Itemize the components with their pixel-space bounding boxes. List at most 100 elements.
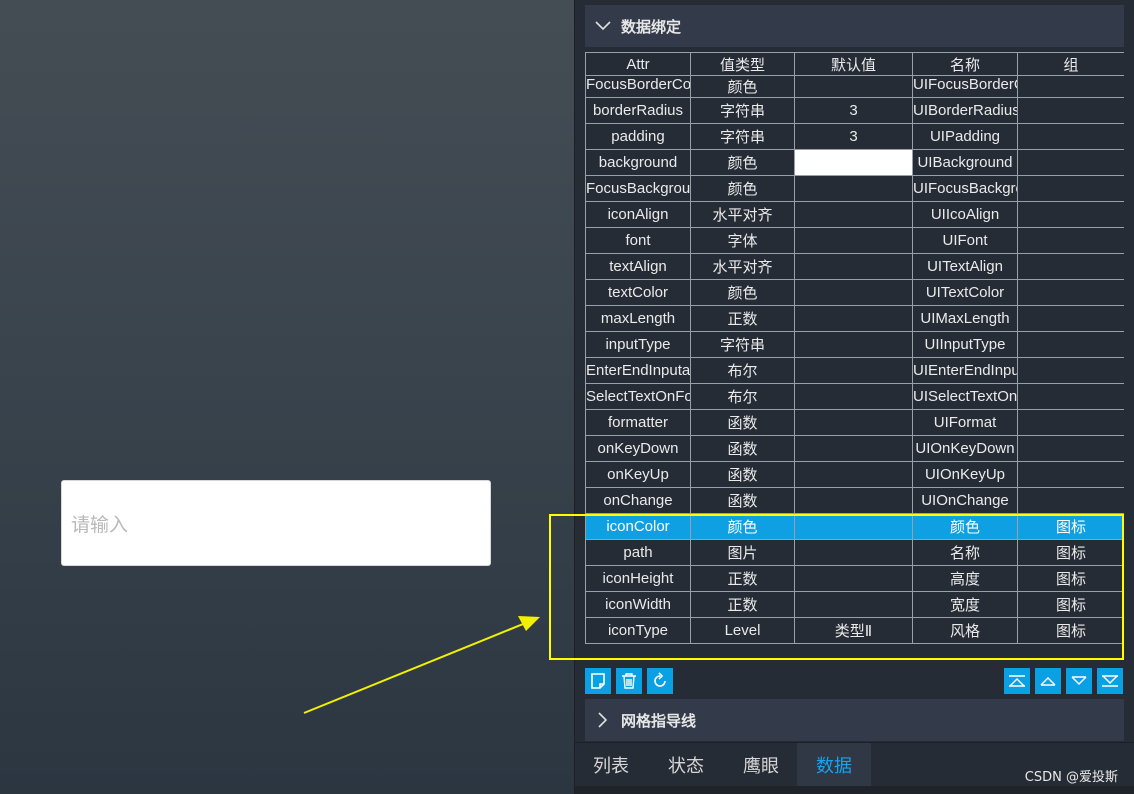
cell-attr[interactable]: textColor xyxy=(585,279,691,306)
cell-attr[interactable]: iconWidth xyxy=(585,591,691,618)
cell-name[interactable]: UIInputType xyxy=(912,331,1018,358)
table-row[interactable]: EnterEndInputable布尔 UIEnterEndInputable xyxy=(585,357,1124,384)
delete-row-button[interactable] xyxy=(616,668,642,694)
cell-attr[interactable]: EnterEndInputable xyxy=(585,357,691,384)
cell-group[interactable] xyxy=(1017,279,1124,306)
cell-name[interactable]: UIMaxLength xyxy=(912,305,1018,332)
cell-value-type[interactable]: 颜色 xyxy=(690,513,795,540)
cell-default-value[interactable] xyxy=(794,461,913,488)
cell-attr[interactable]: background xyxy=(585,149,691,176)
cell-group[interactable] xyxy=(1017,253,1124,280)
cell-group[interactable]: 图标 xyxy=(1017,617,1124,644)
table-row[interactable]: textColor 颜色 UITextColor xyxy=(585,279,1124,306)
cell-group[interactable] xyxy=(1017,75,1124,98)
cell-name[interactable]: UIFocusBackground xyxy=(912,175,1018,202)
cell-default-value[interactable]: 3 xyxy=(794,97,913,124)
cell-value-type[interactable]: 布尔 xyxy=(690,357,795,384)
tab-list[interactable]: 列表 xyxy=(575,743,647,787)
cell-name[interactable]: 高度 xyxy=(912,565,1018,592)
move-down-button[interactable] xyxy=(1066,668,1092,694)
preview-text-input[interactable]: 请输入 xyxy=(61,480,491,566)
table-row[interactable]: padding 字符串 3 UIPadding xyxy=(585,123,1124,150)
cell-value-type[interactable]: 颜色 xyxy=(690,175,795,202)
cell-default-value[interactable] xyxy=(794,487,913,514)
cell-default-value[interactable] xyxy=(794,539,913,566)
column-header-group[interactable]: 组 xyxy=(1017,52,1124,76)
cell-default-value[interactable] xyxy=(794,409,913,436)
cell-attr[interactable]: SelectTextOnFocus xyxy=(585,383,691,410)
table-row[interactable]: FocusBorderColor颜色 UIFocusBorderColor xyxy=(585,75,1124,98)
cell-value-type[interactable]: 函数 xyxy=(690,487,795,514)
column-header-value-type[interactable]: 值类型 xyxy=(690,52,795,76)
cell-default-value[interactable] xyxy=(794,565,913,592)
table-row[interactable]: textAlign 水平对齐 UITextAlign xyxy=(585,253,1124,280)
cell-group[interactable] xyxy=(1017,149,1124,176)
table-row[interactable]: onChange 函数 UIOnChange xyxy=(585,487,1124,514)
table-row[interactable]: onKeyDown 函数 UIOnKeyDown xyxy=(585,435,1124,462)
cell-group[interactable] xyxy=(1017,487,1124,514)
cell-attr[interactable]: textAlign xyxy=(585,253,691,280)
tab-status[interactable]: 状态 xyxy=(647,743,725,787)
cell-group[interactable] xyxy=(1017,175,1124,202)
cell-name[interactable]: 名称 xyxy=(912,539,1018,566)
cell-name[interactable]: 颜色 xyxy=(912,513,1018,540)
cell-name[interactable]: UIBackground xyxy=(912,149,1018,176)
cell-group[interactable] xyxy=(1017,435,1124,462)
chevron-right-icon[interactable] xyxy=(585,712,621,728)
cell-default-value[interactable] xyxy=(794,383,913,410)
cell-attr[interactable]: iconAlign xyxy=(585,201,691,228)
cell-name[interactable]: UIFont xyxy=(912,227,1018,254)
cell-default-value[interactable] xyxy=(794,149,913,176)
cell-value-type[interactable]: 函数 xyxy=(690,461,795,488)
refresh-button[interactable] xyxy=(647,668,673,694)
cell-value-type[interactable]: 图片 xyxy=(690,539,795,566)
cell-value-type[interactable]: 字体 xyxy=(690,227,795,254)
move-top-button[interactable] xyxy=(1004,668,1030,694)
cell-value-type[interactable]: Level xyxy=(690,617,795,644)
table-row[interactable]: formatter 函数 UIFormat xyxy=(585,409,1124,436)
cell-value-type[interactable]: 函数 xyxy=(690,409,795,436)
column-header-default-value[interactable]: 默认值 xyxy=(794,52,913,76)
table-row[interactable]: onKeyUp 函数 UIOnKeyUp xyxy=(585,461,1124,488)
cell-group[interactable] xyxy=(1017,227,1124,254)
cell-attr[interactable]: inputType xyxy=(585,331,691,358)
cell-attr[interactable]: iconType xyxy=(585,617,691,644)
cell-name[interactable]: UITextColor xyxy=(912,279,1018,306)
cell-default-value[interactable] xyxy=(794,513,913,540)
move-bottom-button[interactable] xyxy=(1097,668,1123,694)
column-header-name[interactable]: 名称 xyxy=(912,52,1018,76)
cell-attr[interactable]: formatter xyxy=(585,409,691,436)
cell-name[interactable]: UIOnChange xyxy=(912,487,1018,514)
design-canvas[interactable]: 请输入 xyxy=(0,0,574,794)
table-row[interactable]: iconType Level 类型Ⅱ 风格 图标 xyxy=(585,617,1124,644)
cell-name[interactable]: UIFocusBorderColor xyxy=(912,75,1018,98)
cell-value-type[interactable]: 水平对齐 xyxy=(690,253,795,280)
cell-group[interactable]: 图标 xyxy=(1017,513,1124,540)
cell-group[interactable] xyxy=(1017,97,1124,124)
cell-attr[interactable]: FocusBackground xyxy=(585,175,691,202)
cell-group[interactable] xyxy=(1017,123,1124,150)
tab-data[interactable]: 数据 xyxy=(797,743,871,787)
cell-attr[interactable]: iconHeight xyxy=(585,565,691,592)
data-binding-section-header[interactable]: 数据绑定 xyxy=(585,5,1124,47)
cell-name[interactable]: UIOnKeyDown xyxy=(912,435,1018,462)
cell-value-type[interactable]: 颜色 xyxy=(690,149,795,176)
cell-value-type[interactable]: 字符串 xyxy=(690,123,795,150)
cell-attr[interactable]: onChange xyxy=(585,487,691,514)
cell-name[interactable]: 宽度 xyxy=(912,591,1018,618)
cell-name[interactable]: UIEnterEndInputable xyxy=(912,357,1018,384)
cell-attr[interactable]: iconColor xyxy=(585,513,691,540)
cell-value-type[interactable]: 布尔 xyxy=(690,383,795,410)
cell-value-type[interactable]: 字符串 xyxy=(690,97,795,124)
cell-value-type[interactable]: 正数 xyxy=(690,591,795,618)
move-up-button[interactable] xyxy=(1035,668,1061,694)
cell-default-value[interactable] xyxy=(794,591,913,618)
tab-eagle-eye[interactable]: 鹰眼 xyxy=(725,743,797,787)
table-row[interactable]: maxLength 正数 UIMaxLength xyxy=(585,305,1124,332)
table-row[interactable]: iconWidth 正数 宽度 图标 xyxy=(585,591,1124,618)
cell-default-value[interactable]: 3 xyxy=(794,123,913,150)
chevron-down-icon[interactable] xyxy=(585,21,621,31)
cell-value-type[interactable]: 水平对齐 xyxy=(690,201,795,228)
grid-guides-section-header[interactable]: 网格指导线 xyxy=(585,699,1124,741)
cell-default-value[interactable] xyxy=(794,175,913,202)
